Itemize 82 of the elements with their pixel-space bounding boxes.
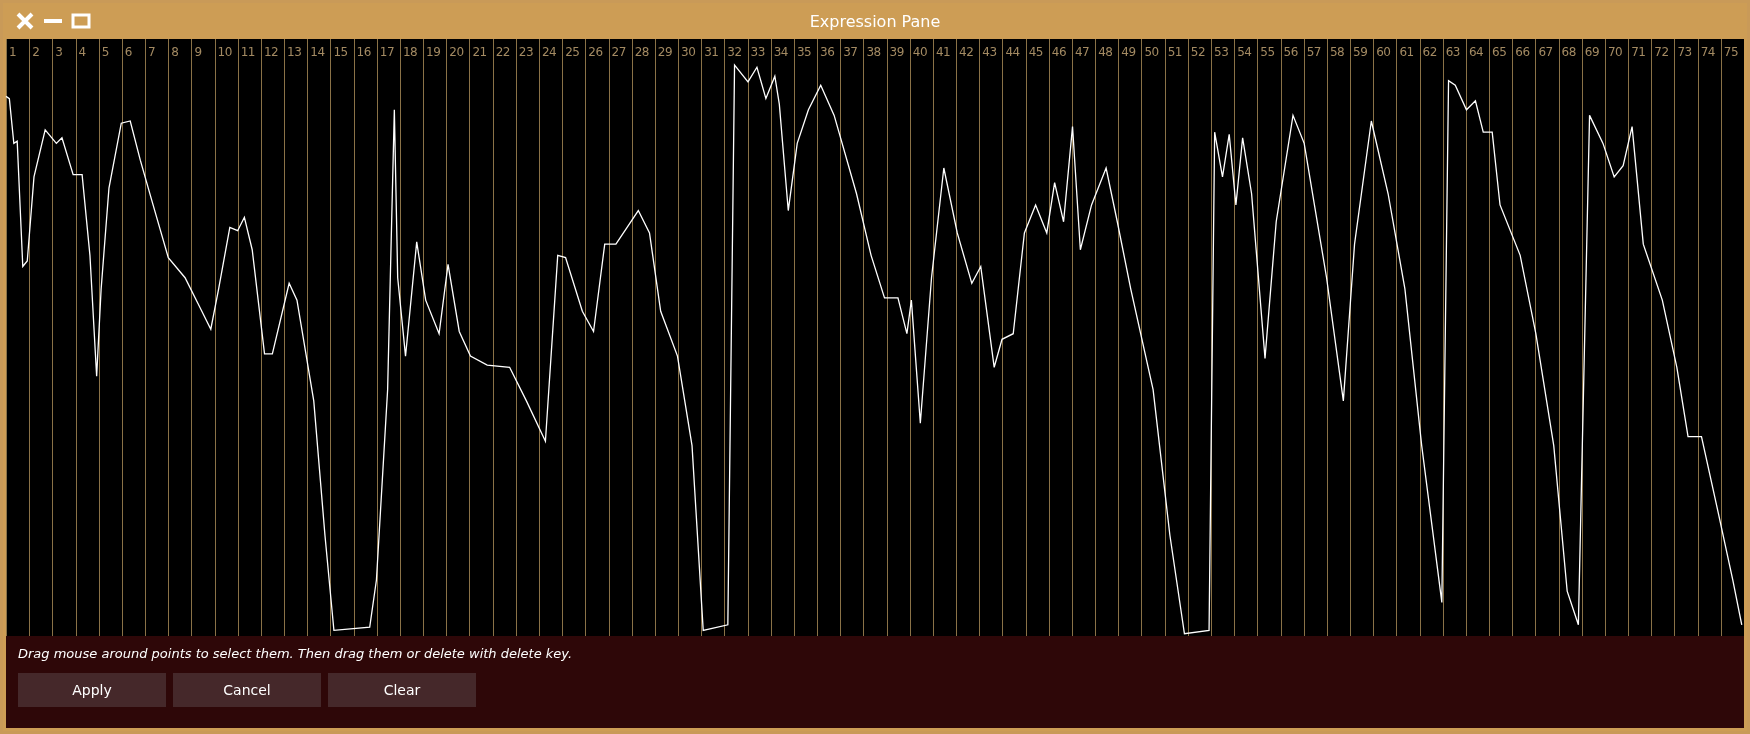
bar-number: 57 [1306, 45, 1321, 59]
bar-number: 56 [1283, 45, 1298, 59]
bar-number: 1 [9, 45, 17, 59]
bar-number: 18 [402, 45, 418, 59]
bar-number: 58 [1329, 45, 1345, 59]
bar-number: 52 [1190, 45, 1206, 59]
bar-number: 24 [542, 45, 557, 59]
bar-number: 44 [1005, 45, 1020, 59]
bar-number: 30 [681, 45, 696, 59]
bar-number: 16 [356, 45, 371, 59]
bar-number: 5 [101, 45, 109, 59]
bar-number: 14 [310, 45, 325, 59]
window-title: Expression Pane [809, 11, 941, 31]
bar-number: 36 [820, 45, 835, 59]
bar-number: 15 [333, 45, 348, 59]
bar-number: 73 [1677, 45, 1692, 59]
bar-number: 68 [1561, 45, 1576, 59]
bar-number: 51 [1167, 45, 1182, 59]
bar-number: 21 [472, 45, 487, 59]
bar-number: 7 [148, 45, 156, 59]
maximize-icon[interactable] [71, 11, 91, 31]
bar-number: 37 [843, 45, 858, 59]
bar-number: 33 [750, 45, 765, 59]
bar-number: 45 [1028, 45, 1043, 59]
bar-number: 13 [287, 45, 302, 59]
bar-number: 72 [1654, 45, 1669, 59]
bar-number: 46 [1051, 45, 1067, 59]
bar-number: 75 [1723, 45, 1739, 59]
bar-number: 11 [240, 45, 255, 59]
close-icon[interactable] [15, 11, 35, 31]
bar-number: 23 [518, 45, 534, 59]
bar-number: 65 [1492, 45, 1507, 59]
bar-number: 67 [1538, 45, 1553, 59]
bar-number: 22 [495, 45, 510, 59]
bar-number: 42 [959, 45, 974, 59]
bar-number: 25 [565, 45, 580, 59]
instruction-text: Drag mouse around points to select them. Then drag them or delete with delete key. [18, 646, 574, 661]
bar-number: 2 [32, 45, 40, 59]
bar-number: 8 [171, 45, 179, 59]
bar-number: 41 [935, 45, 951, 59]
action-button[interactable]: Cancel [173, 673, 321, 707]
bar-number: 19 [426, 45, 441, 59]
bar-number: 27 [611, 45, 626, 59]
bar-number: 61 [1399, 45, 1414, 59]
bar-number: 63 [1445, 45, 1460, 59]
action-button[interactable]: Clear [328, 673, 476, 707]
bar-number: 39 [889, 45, 904, 59]
bar-number: 59 [1353, 45, 1368, 59]
bar-number: 47 [1074, 45, 1090, 59]
bar-number: 69 [1584, 45, 1600, 59]
bar-number: 55 [1260, 45, 1275, 59]
bar-number: 62 [1422, 45, 1437, 59]
bar-number: 6 [124, 45, 132, 59]
bar-number: 66 [1515, 45, 1530, 59]
bar-number: 71 [1631, 45, 1646, 59]
bar-number: 60 [1376, 45, 1391, 59]
bar-number: 20 [449, 45, 464, 59]
bar-number: 34 [773, 45, 788, 59]
bar-number: 26 [588, 45, 603, 59]
bar-number: 49 [1121, 45, 1136, 59]
bar-number: 17 [379, 45, 395, 59]
bar-number: 43 [982, 45, 997, 59]
bar-number: 28 [634, 45, 649, 59]
bar-number: 64 [1468, 45, 1484, 59]
bar-number: 70 [1607, 45, 1623, 59]
bar-number: 10 [217, 45, 232, 59]
bar-number: 4 [78, 45, 86, 59]
action-button[interactable]: Apply [18, 673, 166, 707]
bar-number: 31 [704, 45, 719, 59]
bar-number: 48 [1098, 45, 1113, 59]
bar-number: 50 [1144, 45, 1159, 59]
bar-number: 35 [796, 45, 812, 59]
bar-number: 53 [1214, 45, 1229, 59]
bar-number: 32 [727, 45, 742, 59]
bar-number: 40 [912, 45, 928, 59]
bar-number: 54 [1237, 45, 1252, 59]
bar-number: 3 [55, 45, 63, 59]
bar-number: 9 [194, 45, 202, 59]
bar-number: 74 [1700, 45, 1715, 59]
bar-number: 38 [866, 45, 881, 59]
bar-number: 12 [263, 45, 279, 59]
bar-number: 29 [657, 45, 673, 59]
